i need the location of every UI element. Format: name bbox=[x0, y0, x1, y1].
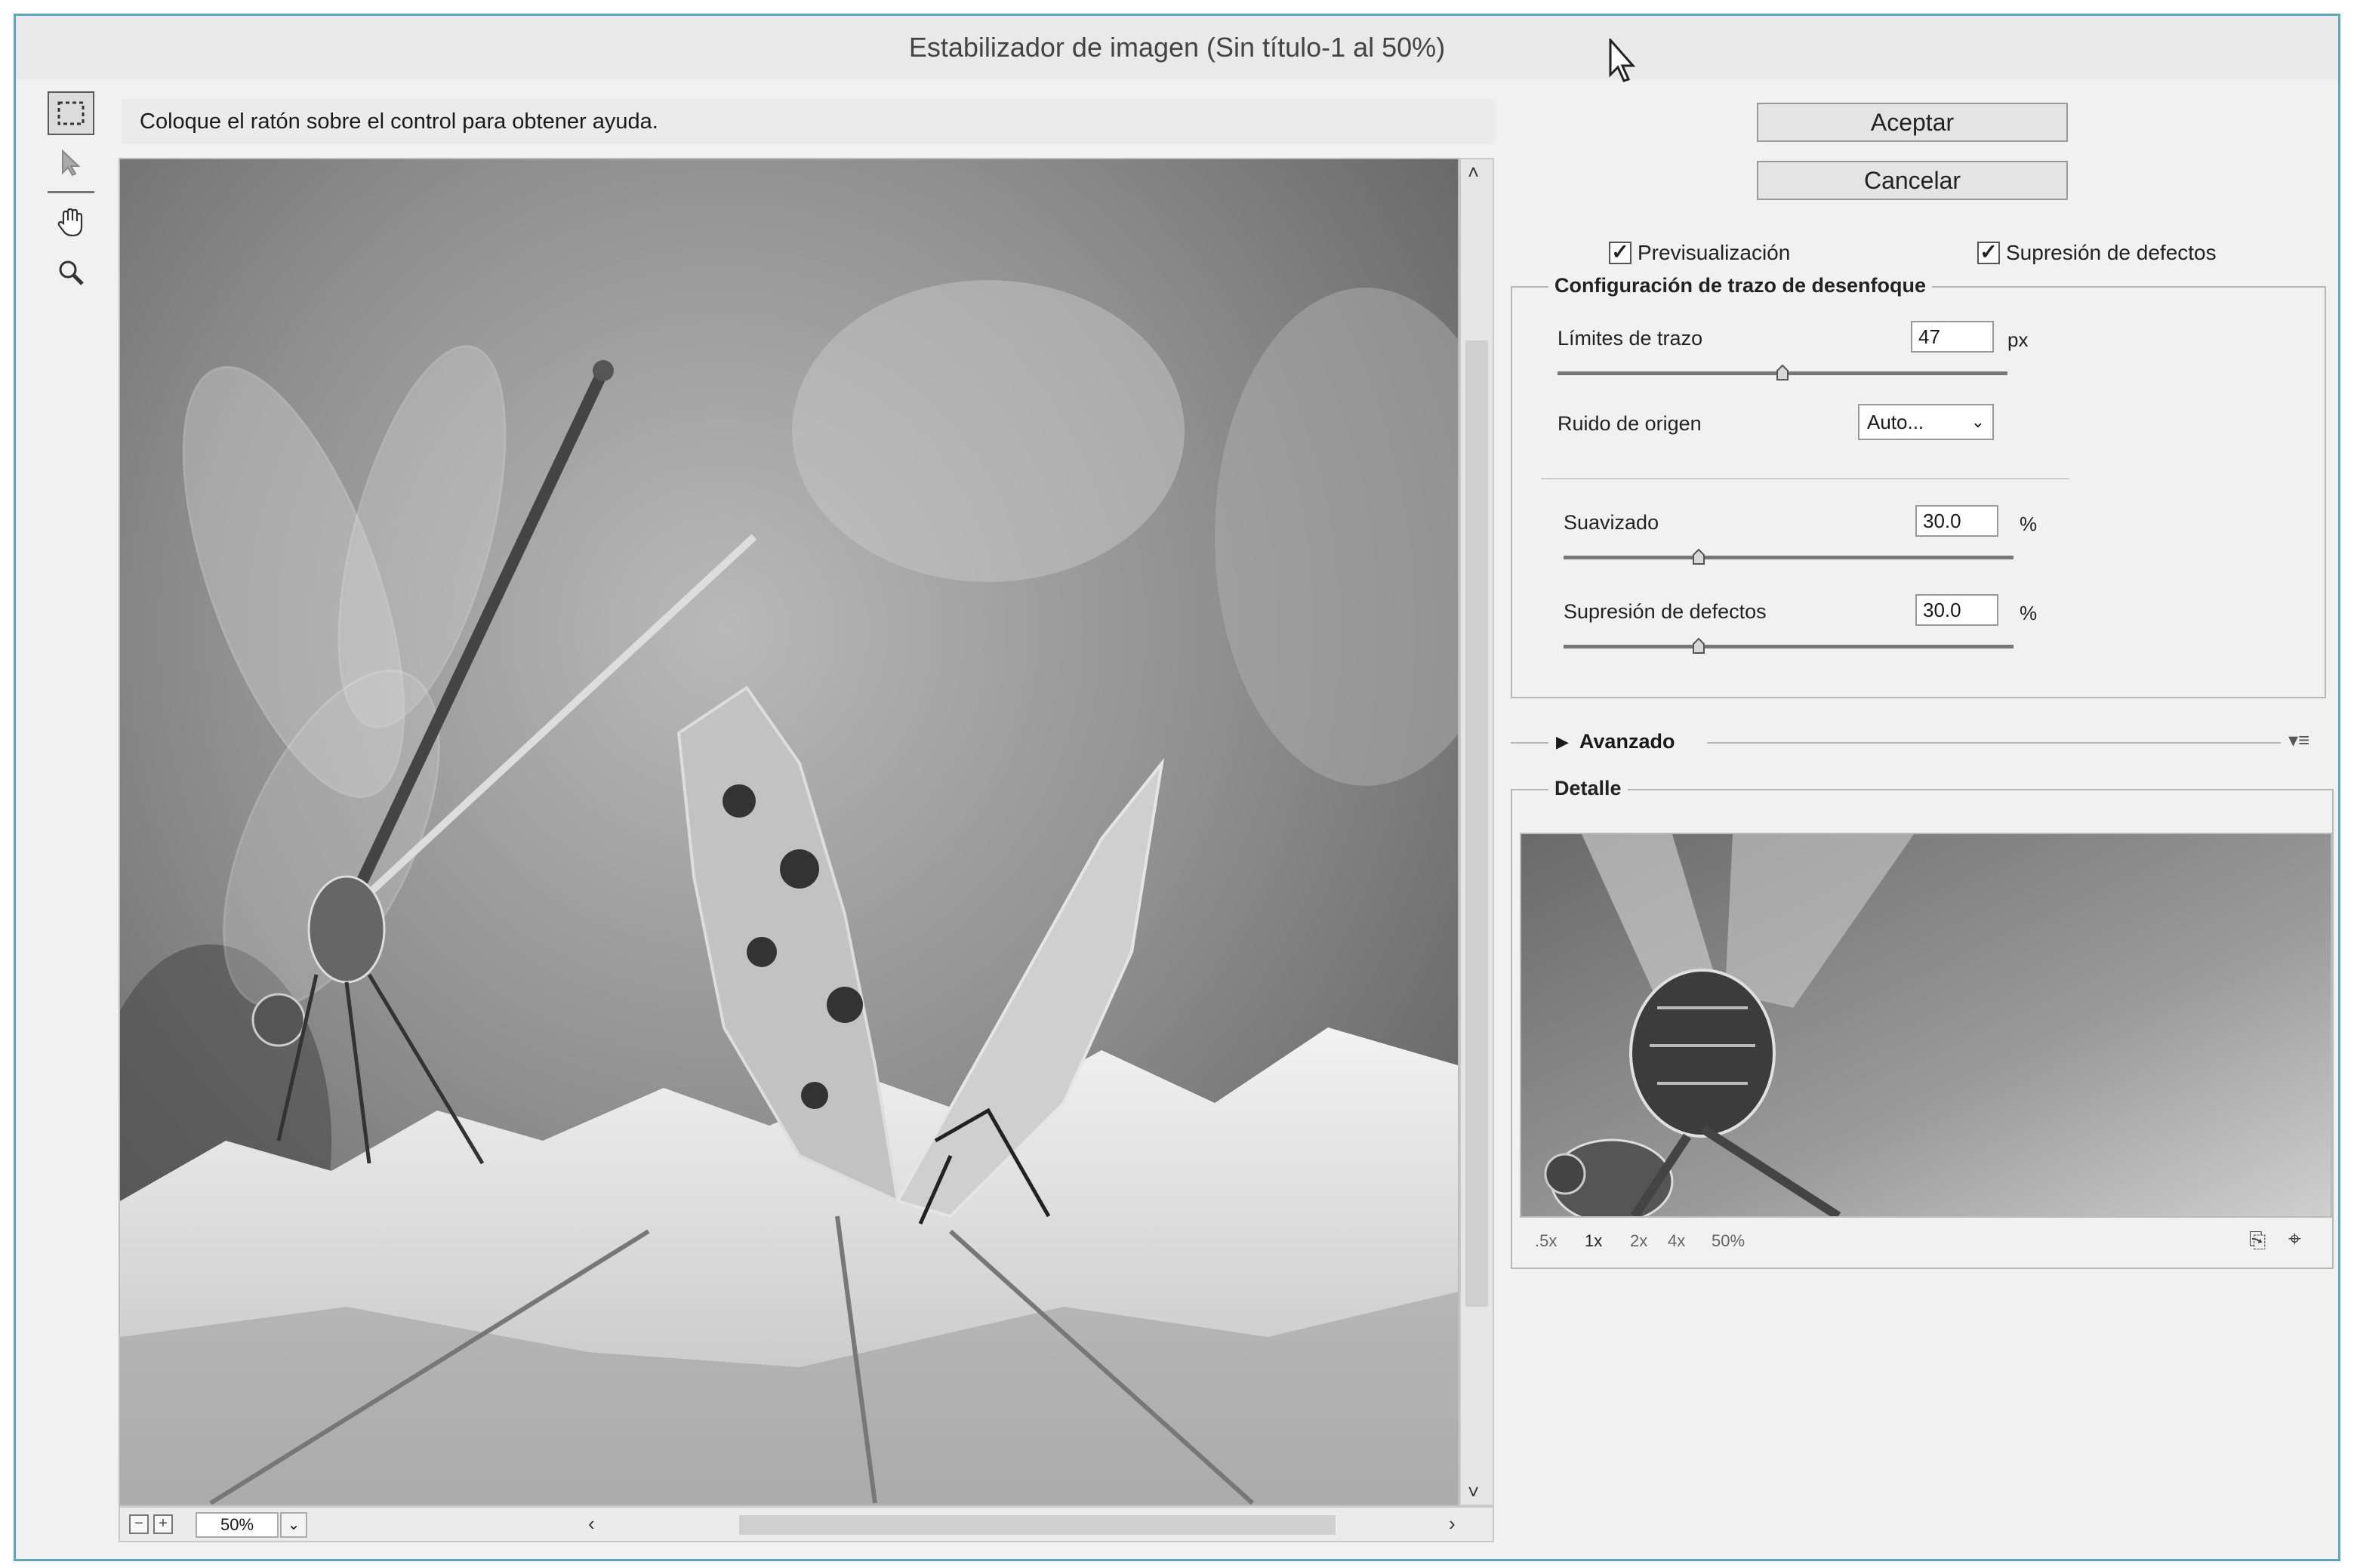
source-noise-value: Auto... bbox=[1867, 411, 1924, 433]
detail-zoom-2x[interactable]: 2x bbox=[1630, 1231, 1647, 1251]
detail-crosshair-icon[interactable]: ⌖ bbox=[2288, 1227, 2301, 1252]
scroll-down-icon[interactable]: ˅ bbox=[1468, 1480, 1479, 1504]
tool-separator bbox=[48, 191, 94, 193]
pointer-tool[interactable] bbox=[48, 141, 94, 185]
canvas-bottom-bar: − + 50% ⌄ ‹ › bbox=[119, 1506, 1494, 1542]
trace-bounds-unit: px bbox=[2007, 328, 2029, 351]
chevron-down-icon: ⌄ bbox=[287, 1517, 300, 1533]
horizontal-scroll-thumb[interactable] bbox=[739, 1515, 1336, 1535]
preview-canvas[interactable] bbox=[119, 158, 1459, 1506]
panel-menu-icon[interactable]: ▾≡ bbox=[2288, 729, 2309, 752]
scroll-right-icon[interactable]: › bbox=[1449, 1512, 1456, 1536]
smoothing-unit: % bbox=[2020, 513, 2038, 535]
tool-column bbox=[48, 91, 108, 300]
blur-trace-group-title: Configuración de trazo de desenfoque bbox=[1548, 274, 1933, 297]
zoom-dropdown[interactable]: ⌄ bbox=[280, 1512, 307, 1538]
detail-group-title: Detalle bbox=[1548, 777, 1628, 800]
smoothing-slider-knob[interactable] bbox=[1692, 549, 1705, 565]
preview-checkbox[interactable]: ✓ Previsualización bbox=[1609, 241, 1790, 265]
smoothing-field[interactable]: 30.0 bbox=[1915, 505, 1998, 537]
artifact-checkbox[interactable]: ✓ Supresión de defectos bbox=[1977, 241, 2217, 265]
source-noise-select[interactable]: Auto... ⌄ bbox=[1858, 404, 1994, 440]
preview-image bbox=[120, 159, 1458, 1505]
zoom-in-button[interactable]: + bbox=[153, 1514, 173, 1534]
trace-bounds-slider-knob[interactable] bbox=[1776, 365, 1789, 381]
detail-export-icon[interactable]: ⎘ bbox=[2249, 1228, 2266, 1253]
marquee-select-tool[interactable] bbox=[48, 91, 94, 135]
scroll-up-icon[interactable]: ˄ bbox=[1468, 161, 1479, 184]
advanced-line-right bbox=[1707, 742, 2281, 744]
preview-checkbox-label: Previsualización bbox=[1638, 241, 1791, 264]
image-stabilizer-dialog: Estabilizador de imagen (Sin título-1 al… bbox=[14, 14, 2340, 1561]
disclosure-triangle-icon: ▶ bbox=[1556, 732, 1569, 751]
vertical-scroll-thumb[interactable] bbox=[1465, 340, 1488, 1307]
trace-bounds-label: Límites de trazo bbox=[1558, 327, 1703, 350]
artifact-suppression-unit: % bbox=[2020, 602, 2038, 624]
detail-zoom-half[interactable]: .5x bbox=[1535, 1231, 1557, 1251]
advanced-line-left bbox=[1511, 742, 1548, 744]
artifact-checkbox-box[interactable]: ✓ bbox=[1977, 242, 2000, 264]
zoom-field[interactable]: 50% bbox=[196, 1512, 279, 1538]
trace-bounds-field[interactable]: 47 bbox=[1911, 321, 1994, 353]
hand-icon bbox=[57, 208, 83, 237]
preview-checkbox-box[interactable]: ✓ bbox=[1609, 242, 1631, 264]
scroll-left-icon[interactable]: ‹ bbox=[588, 1512, 595, 1536]
marquee-select-icon bbox=[57, 101, 85, 125]
detail-zoom-1x[interactable]: 1x bbox=[1585, 1231, 1602, 1251]
group-separator bbox=[1541, 478, 2069, 479]
artifact-suppression-slider-knob[interactable] bbox=[1692, 638, 1705, 655]
title-bar[interactable]: Estabilizador de imagen (Sin título-1 al… bbox=[16, 16, 2338, 79]
detail-image bbox=[1521, 834, 2331, 1216]
artifact-suppression-slider[interactable] bbox=[1564, 645, 2014, 648]
artifact-suppression-field[interactable]: 30.0 bbox=[1915, 594, 1998, 626]
help-text: Coloque el ratón sobre el control para o… bbox=[140, 109, 658, 134]
chevron-down-icon: ⌄ bbox=[1970, 412, 1985, 431]
advanced-label: Avanzado bbox=[1579, 730, 1675, 753]
source-noise-label: Ruido de origen bbox=[1558, 412, 1702, 435]
artifact-suppression-label: Supresión de defectos bbox=[1564, 600, 1767, 623]
detail-zoom-bar: .5x 1x 2x 4x 50% ⎘ ⌖ bbox=[1520, 1221, 2332, 1261]
detail-zoom-percent[interactable]: 50% bbox=[1712, 1231, 1745, 1251]
ok-button[interactable]: Aceptar bbox=[1757, 103, 2068, 142]
zoom-icon bbox=[59, 260, 84, 285]
smoothing-label: Suavizado bbox=[1564, 511, 1659, 534]
artifact-checkbox-label: Supresión de defectos bbox=[2006, 241, 2217, 264]
help-text-bar: Coloque el ratón sobre el control para o… bbox=[122, 99, 1496, 144]
zoom-tool[interactable] bbox=[48, 251, 94, 294]
window-title: Estabilizador de imagen (Sin título-1 al… bbox=[908, 32, 1446, 63]
mouse-cursor-icon bbox=[1609, 39, 1636, 82]
cancel-button[interactable]: Cancelar bbox=[1757, 161, 2068, 200]
detail-zoom-4x[interactable]: 4x bbox=[1668, 1231, 1685, 1251]
detail-preview[interactable] bbox=[1520, 833, 2332, 1218]
zoom-out-button[interactable]: − bbox=[129, 1514, 149, 1534]
advanced-toggle[interactable]: ▶ Avanzado bbox=[1556, 730, 1675, 753]
hand-tool[interactable] bbox=[48, 201, 94, 245]
pointer-arrow-icon bbox=[62, 149, 81, 177]
smoothing-slider[interactable] bbox=[1564, 556, 2014, 559]
vertical-scrollbar[interactable]: ˄ ˅ bbox=[1459, 158, 1494, 1506]
